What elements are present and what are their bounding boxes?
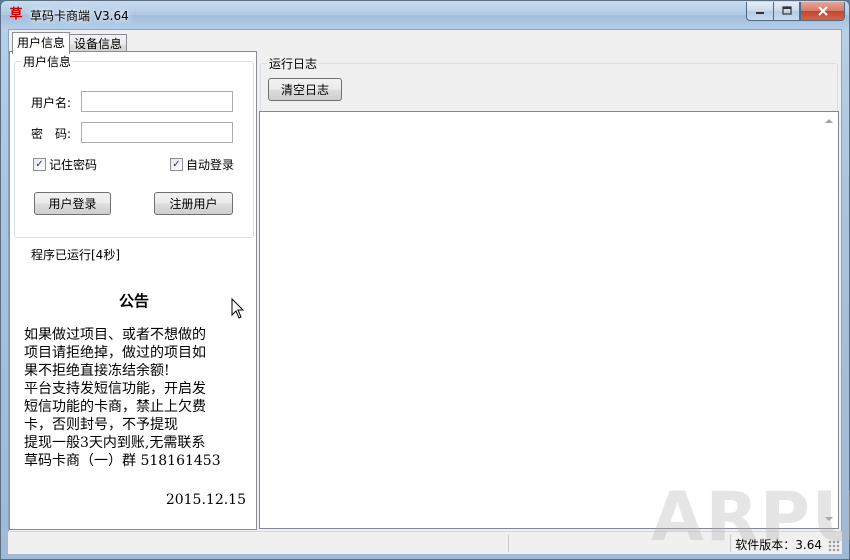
log-group-title: 运行日志 [267, 55, 320, 72]
caption-buttons [746, 2, 845, 21]
app-icon: 草 [9, 7, 23, 22]
auto-login-box[interactable]: ✓ [170, 158, 183, 171]
maximize-icon [781, 6, 792, 15]
scroll-up-icon[interactable] [825, 119, 833, 123]
login-button[interactable]: 用户登录 [34, 192, 111, 215]
app-window: 草 草码卡商端 V3.64 用户信息 设备信息 用户信息 用户名: 密 码: ✓… [0, 0, 850, 560]
user-info-panel: 用户信息 用户名: 密 码: ✓ 记住密码 ✓ 自动登录 用户登录 注册用户 程… [9, 51, 257, 530]
notice-date: 2015.12.15 [165, 492, 246, 508]
user-info-group: 用户信息 用户名: 密 码: ✓ 记住密码 ✓ 自动登录 用户登录 注册用户 [14, 53, 254, 238]
register-button[interactable]: 注册用户 [154, 192, 233, 215]
window-title: 草码卡商端 V3.64 [30, 9, 129, 23]
notice-title: 公告 [118, 292, 149, 310]
user-info-group-title: 用户信息 [21, 53, 74, 70]
password-input[interactable] [81, 122, 233, 143]
remember-password-label: 记住密码 [49, 158, 98, 172]
tab-user-info[interactable]: 用户信息 [12, 32, 71, 54]
username-input[interactable] [81, 91, 233, 112]
minimize-icon [756, 12, 764, 14]
close-icon [817, 6, 828, 16]
remember-password-checkbox[interactable]: ✓ 记住密码 [33, 156, 97, 173]
auto-login-label: 自动登录 [186, 158, 235, 172]
log-scrollbar[interactable] [821, 112, 838, 528]
clear-log-button[interactable]: 清空日志 [268, 78, 342, 101]
log-textarea[interactable] [259, 111, 839, 529]
notice-body: 如果做过项目、或者不想做的 项目请拒绝掉，做过的项目如 果不拒绝直接冻结余额! … [24, 327, 221, 469]
title-bar[interactable]: 草 草码卡商端 V3.64 [1, 1, 849, 29]
username-label: 用户名: [31, 96, 72, 110]
tab-strip: 用户信息 设备信息 [12, 32, 128, 54]
maximize-button[interactable] [773, 2, 800, 21]
minimize-button[interactable] [746, 2, 773, 21]
mouse-cursor-icon [231, 298, 245, 319]
auto-login-checkbox[interactable]: ✓ 自动登录 [170, 156, 234, 173]
password-label: 密 码: [31, 127, 72, 141]
remember-password-box[interactable]: ✓ [33, 158, 46, 171]
watermark-logo: ARPUN [651, 478, 850, 557]
close-button[interactable] [800, 2, 845, 21]
client-area: 用户信息 设备信息 用户信息 用户名: 密 码: ✓ 记住密码 ✓ 自动登录 用… [8, 29, 842, 554]
status-divider [508, 535, 509, 552]
runtime-status: 程序已运行[4秒] [31, 248, 120, 262]
